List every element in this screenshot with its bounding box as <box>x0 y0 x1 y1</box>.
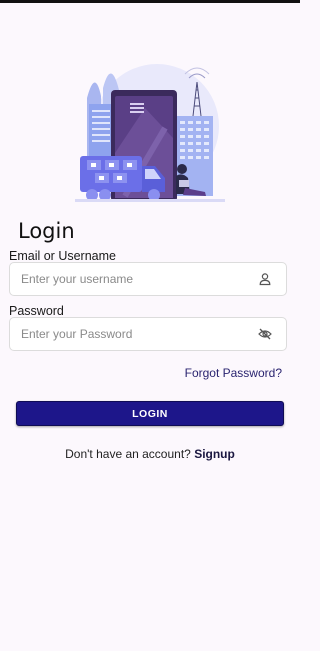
password-field[interactable] <box>9 317 287 351</box>
user-icon <box>259 273 271 286</box>
login-illustration <box>75 64 225 202</box>
page-title: Login <box>18 219 75 243</box>
username-input[interactable] <box>21 263 241 295</box>
eye-off-icon[interactable] <box>258 327 272 341</box>
password-input[interactable] <box>21 318 241 350</box>
password-label: Password <box>9 304 64 318</box>
forgot-password-link[interactable]: Forgot Password? <box>185 366 282 380</box>
login-button[interactable]: LOGIN <box>16 401 284 426</box>
signup-prompt-text: Don't have an account? <box>65 447 191 461</box>
top-status-bar <box>0 0 300 3</box>
signup-prompt: Don't have an account? Signup <box>0 447 300 461</box>
username-label: Email or Username <box>9 249 116 263</box>
username-field[interactable] <box>9 262 287 296</box>
signup-link[interactable]: Signup <box>194 447 235 461</box>
